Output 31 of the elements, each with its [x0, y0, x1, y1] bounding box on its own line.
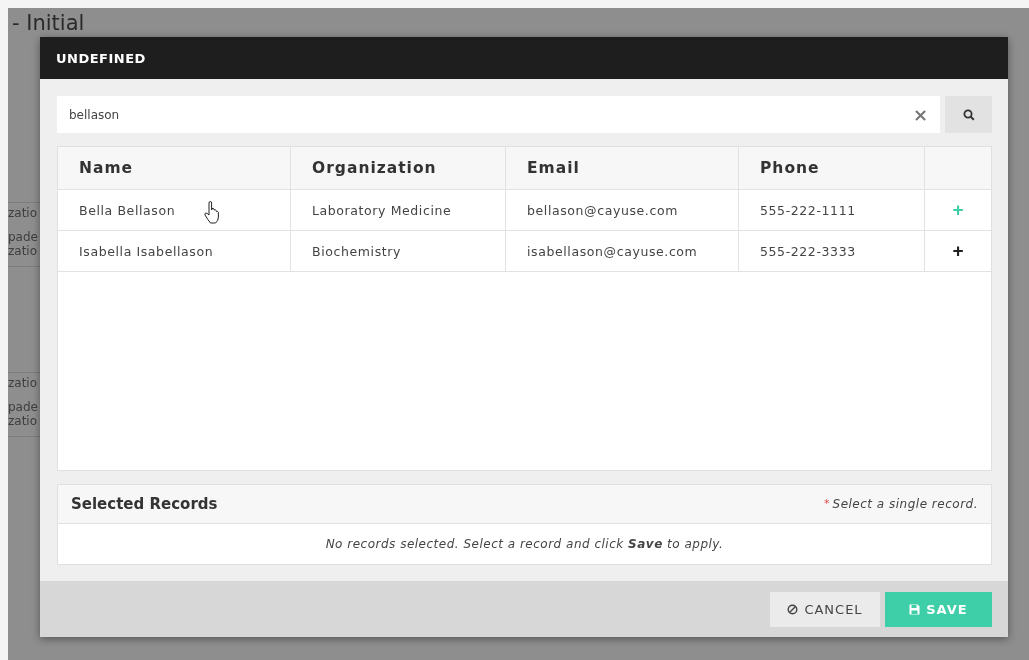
page-heading: - Initial [11, 10, 86, 36]
dialog-title: UNDEFINED [56, 50, 146, 66]
background-text: pade [8, 230, 39, 244]
hint-text: Select a single record. [832, 497, 978, 512]
column-header: Organization [291, 147, 506, 190]
required-mark: * [824, 497, 830, 511]
table-cell: Isabella Isabellason [58, 231, 291, 272]
background-text: zatio [8, 206, 39, 220]
search-icon [962, 108, 975, 121]
search-field[interactable]: bellason × [57, 96, 940, 134]
panel-title: Selected Records [71, 495, 218, 514]
column-header: Name [58, 147, 291, 190]
table-cell: 555-222-3333 [739, 231, 925, 272]
cancel-button[interactable]: CANCEL [770, 591, 880, 627]
background-text: zatio [8, 414, 39, 428]
table-cell: isabellason@cayuse.com [506, 231, 739, 272]
background-text: zatio [8, 244, 39, 258]
empty-message: No records selected. Select a record and click Save to apply. [325, 537, 724, 552]
table-cell: bellason@cayuse.com [506, 190, 739, 231]
clear-button[interactable]: × [912, 105, 928, 124]
table-cell: Laboratory Medicine [291, 190, 506, 231]
floppy-icon [909, 603, 921, 615]
table-cell: 555-222-1111 [739, 190, 925, 231]
background-text: zatio [8, 376, 39, 390]
search-button[interactable] [945, 96, 992, 134]
column-header: Phone [739, 147, 925, 190]
table-cell: Biochemistry [291, 231, 506, 272]
cancel-icon [787, 603, 799, 615]
column-header: Email [506, 147, 739, 190]
add-button[interactable]: + [948, 241, 968, 262]
background-text: pade [8, 400, 39, 414]
